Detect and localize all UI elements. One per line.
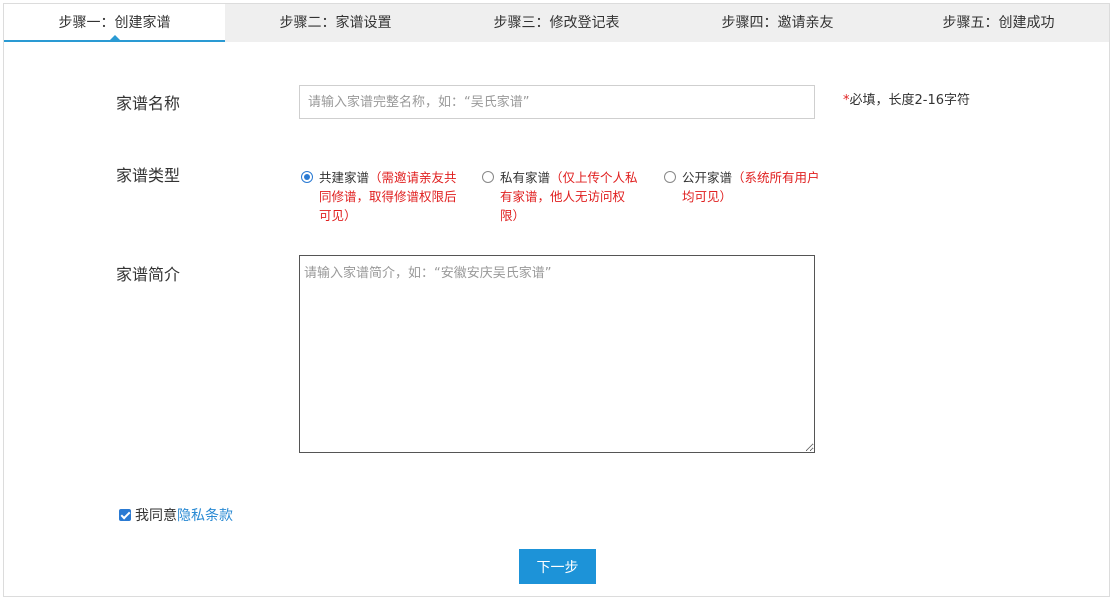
tab-step-1[interactable]: 步骤一：创建家谱 — [4, 4, 225, 42]
tab-step-5[interactable]: 步骤五：创建成功 — [888, 4, 1109, 42]
step-tabs: 步骤一：创建家谱 步骤二：家谱设置 步骤三：修改登记表 步骤四：邀请亲友 步骤五… — [4, 4, 1109, 42]
type-option-public[interactable]: 公开家谱（系统所有用户均可见） — [664, 168, 824, 206]
genealogy-name-label: 家谱名称 — [116, 94, 181, 113]
type-option-shared-text: 共建家谱（需邀请亲友共同修谱，取得修谱权限后可见） — [319, 168, 461, 225]
type-option-shared[interactable]: 共建家谱（需邀请亲友共同修谱，取得修谱权限后可见） — [301, 168, 461, 225]
tab-step-3[interactable]: 步骤三：修改登记表 — [446, 4, 667, 42]
caret-up-icon — [109, 35, 120, 40]
agree-text: 我同意 — [135, 508, 177, 524]
type-private-name: 私有家谱 — [500, 170, 551, 185]
name-hint-text: 必填，长度2-16字符 — [849, 93, 971, 108]
name-required-hint: *必填，长度2-16字符 — [843, 89, 970, 108]
genealogy-name-input[interactable] — [299, 85, 815, 119]
radio-unchecked-icon[interactable] — [664, 171, 676, 183]
next-step-button[interactable]: 下一步 — [519, 549, 596, 584]
create-genealogy-panel: 步骤一：创建家谱 步骤二：家谱设置 步骤三：修改登记表 步骤四：邀请亲友 步骤五… — [3, 3, 1110, 597]
tab-step-2[interactable]: 步骤二：家谱设置 — [225, 4, 446, 42]
agree-checkbox[interactable] — [119, 509, 131, 521]
tab-step-2-label: 步骤二：家谱设置 — [279, 15, 392, 31]
tab-step-1-label: 步骤一：创建家谱 — [58, 15, 171, 31]
privacy-terms-link[interactable]: 隐私条款 — [177, 505, 233, 525]
type-option-public-text: 公开家谱（系统所有用户均可见） — [682, 168, 824, 206]
type-public-name: 公开家谱 — [682, 170, 733, 185]
tab-step-4[interactable]: 步骤四：邀请亲友 — [667, 4, 888, 42]
radio-checked-icon[interactable] — [301, 171, 313, 183]
tab-step-4-label: 步骤四：邀请亲友 — [721, 15, 834, 31]
type-option-private-text: 私有家谱（仅上传个人私有家谱，他人无访问权限） — [500, 168, 642, 225]
type-option-private[interactable]: 私有家谱（仅上传个人私有家谱，他人无访问权限） — [482, 168, 642, 225]
genealogy-intro-textarea[interactable] — [299, 255, 815, 453]
genealogy-type-label: 家谱类型 — [116, 166, 181, 185]
type-shared-name: 共建家谱 — [319, 170, 370, 185]
radio-unchecked-icon[interactable] — [482, 171, 494, 183]
genealogy-intro-label: 家谱简介 — [116, 265, 181, 284]
tab-step-5-label: 步骤五：创建成功 — [942, 15, 1055, 31]
privacy-agreement: 我同意 隐私条款 — [119, 505, 233, 525]
tab-step-3-label: 步骤三：修改登记表 — [493, 15, 620, 31]
